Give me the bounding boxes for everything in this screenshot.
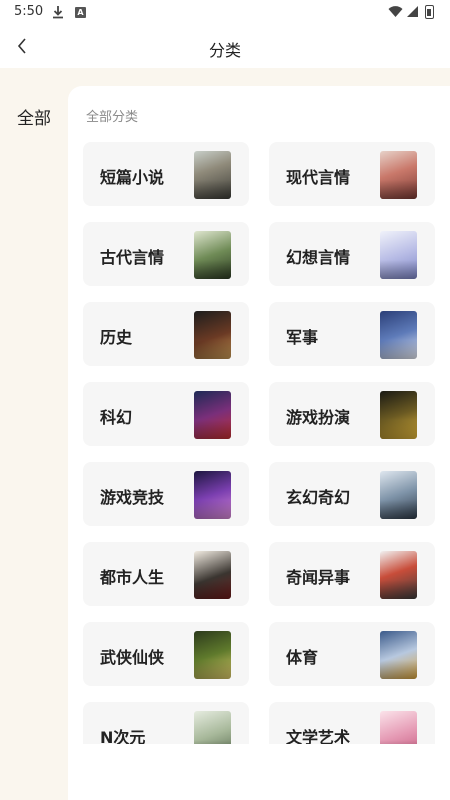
book-cover-image [194,151,231,199]
a-badge-icon: A [75,7,86,18]
category-card[interactable]: 幻想言情 [269,222,435,286]
book-cover-image [380,231,417,279]
category-card[interactable]: 短篇小说 [83,142,249,206]
book-cover-image [380,711,417,744]
book-cover-image [194,311,231,359]
category-card[interactable]: 文学艺术 [269,702,435,744]
section-title: 全部分类 [86,110,139,125]
category-card[interactable]: 都市人生 [83,542,249,606]
category-card[interactable]: 玄幻奇幻 [269,462,435,526]
category-label: 现代言情 [286,168,351,187]
category-card[interactable]: 游戏扮演 [269,382,435,446]
book-cover-image [194,551,231,599]
category-card[interactable]: 现代言情 [269,142,435,206]
category-label: 武侠仙侠 [100,648,165,667]
category-card[interactable]: 武侠仙侠 [83,622,249,686]
book-cover-image [194,391,231,439]
category-card[interactable]: N次元 [83,702,249,744]
book-cover-image [380,551,417,599]
category-label: 历史 [100,328,133,347]
category-label: 游戏扮演 [286,408,351,427]
category-label: N次元 [100,728,146,744]
category-sidebar: 全部 [0,68,68,800]
category-label: 幻想言情 [286,248,351,267]
category-label: 科幻 [100,408,133,427]
book-cover-image [194,631,231,679]
status-bar: 5:50 A [0,0,450,26]
book-cover-image [380,151,417,199]
wifi-icon [388,5,403,21]
category-card[interactable]: 军事 [269,302,435,366]
book-cover-image [194,711,231,744]
category-card[interactable]: 奇闻异事 [269,542,435,606]
sidebar-item-all[interactable]: 全部 [0,104,68,129]
category-card[interactable]: 游戏竞技 [83,462,249,526]
book-cover-image [380,631,417,679]
page-title: 分类 [208,41,241,60]
category-label: 短篇小说 [100,168,165,187]
category-label: 奇闻异事 [286,568,351,587]
book-cover-image [380,391,417,439]
book-cover-image [380,471,417,519]
battery-icon [425,5,434,19]
category-card[interactable]: 古代言情 [83,222,249,286]
book-cover-image [194,471,231,519]
download-icon [52,5,64,22]
signal-icon [406,5,419,21]
category-label: 古代言情 [100,248,165,267]
top-header: 分类 [0,26,450,68]
category-label: 游戏竞技 [100,488,165,507]
category-label: 玄幻奇幻 [286,488,351,507]
book-cover-image [194,231,231,279]
book-cover-image [380,311,417,359]
status-time: 5:50 [14,4,44,19]
category-card[interactable]: 体育 [269,622,435,686]
category-panel: 全部分类 短篇小说 现代言情 古代言情 幻想言情 历史 军事 科幻 游戏扮演 游… [68,86,450,800]
category-grid: 短篇小说 现代言情 古代言情 幻想言情 历史 军事 科幻 游戏扮演 游戏竞技 玄… [83,142,435,744]
category-card[interactable]: 科幻 [83,382,249,446]
category-label: 体育 [286,648,319,667]
category-card[interactable]: 历史 [83,302,249,366]
category-label: 军事 [286,328,319,347]
category-label: 文学艺术 [286,728,351,744]
category-label: 都市人生 [100,568,165,587]
